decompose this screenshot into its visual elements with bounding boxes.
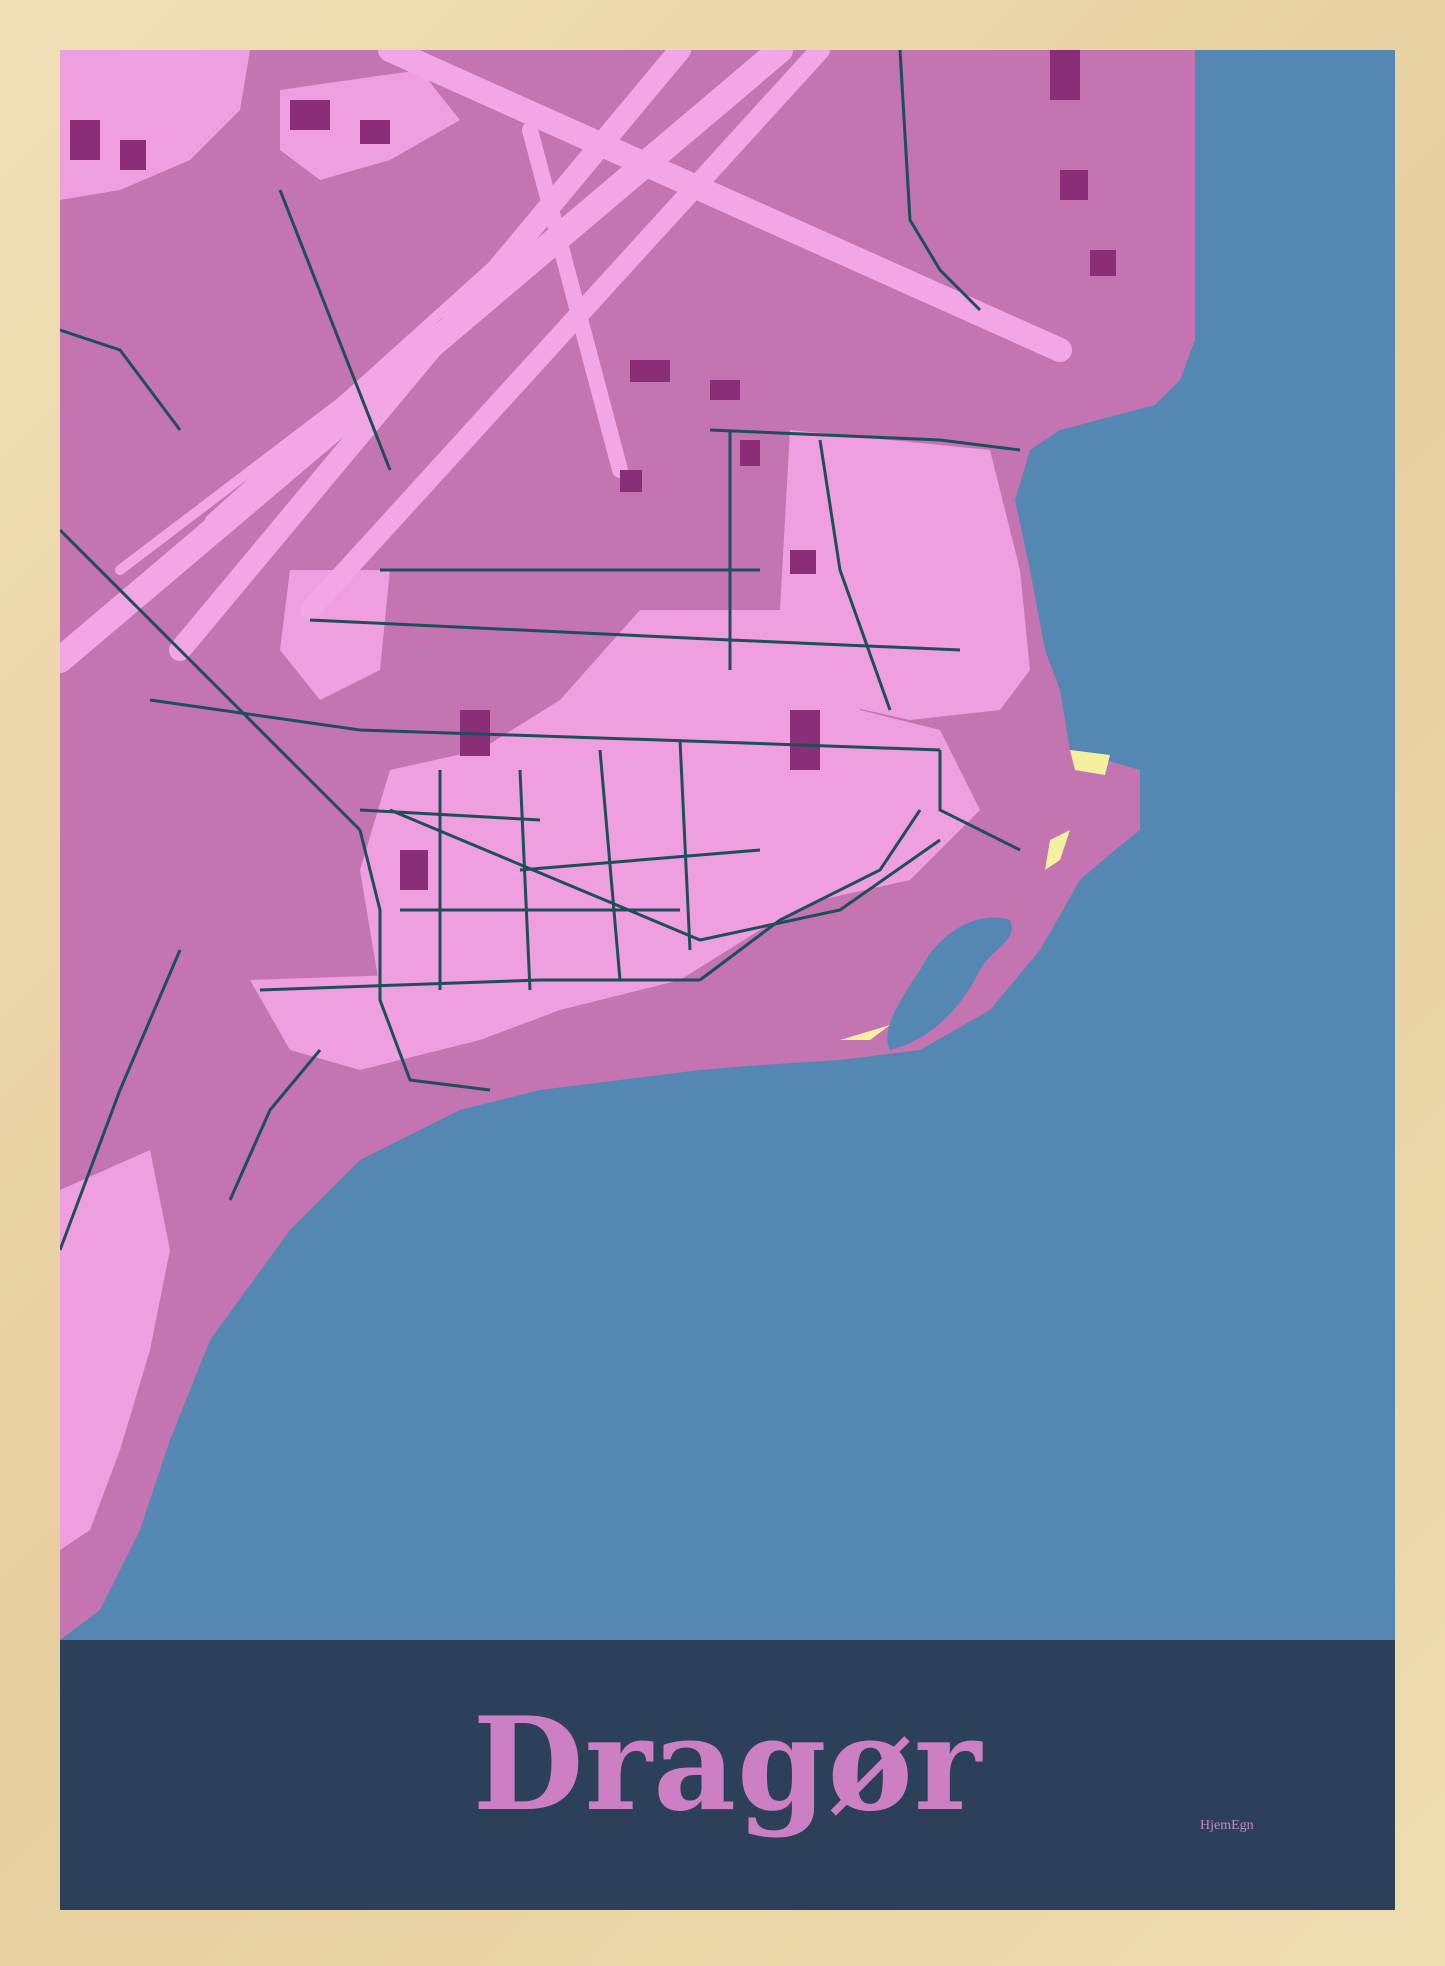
brand-signature: HjemEgn — [1200, 1818, 1254, 1833]
map-canvas — [60, 50, 1395, 1640]
map-poster: Dragør HjemEgn — [60, 50, 1395, 1910]
city-name-title: Dragør — [472, 1690, 983, 1840]
